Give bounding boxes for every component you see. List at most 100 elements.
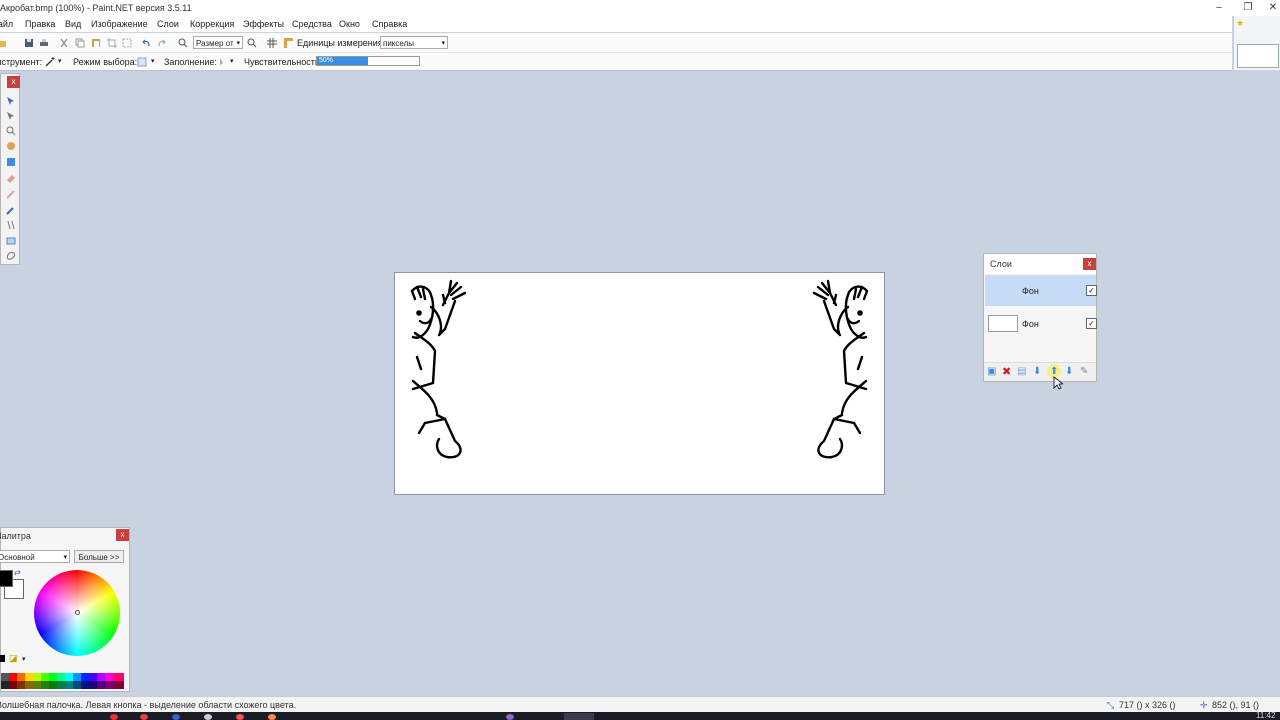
status-hint: Волшебная палочка. Левая кнопка - выделе… xyxy=(0,700,297,710)
palette-mini-icon xyxy=(0,655,5,662)
save-icon[interactable] xyxy=(24,38,34,48)
pan-icon[interactable] xyxy=(6,141,16,151)
move-selected-icon[interactable] xyxy=(6,111,16,121)
layer-visibility-checkbox[interactable]: ✓ xyxy=(1086,318,1097,329)
swap-colors-icon[interactable]: ⇄ xyxy=(14,568,21,577)
move-layer-down-icon[interactable]: ⬇ xyxy=(1065,366,1073,377)
tool-label: Инструмент: xyxy=(0,57,43,67)
chevron-down-icon[interactable]: ▾ xyxy=(151,57,155,65)
taskbar-app-icon[interactable] xyxy=(268,714,276,720)
window-title: Акробат.bmp (100%) - Paint.NET версия 3.… xyxy=(0,3,192,13)
layers-close-button[interactable]: x xyxy=(1083,258,1096,270)
taskbar-app-icon[interactable] xyxy=(172,714,180,720)
maximize-button[interactable]: ❐ xyxy=(1241,2,1255,14)
primary-color-swatch[interactable] xyxy=(0,570,13,587)
open-icon[interactable] xyxy=(0,38,7,48)
menu-window[interactable]: Окно xyxy=(339,19,360,29)
taskbar-app-active[interactable] xyxy=(564,713,594,720)
add-layer-icon[interactable]: ▣ xyxy=(987,366,996,377)
layer-visibility-checkbox[interactable]: ✓ xyxy=(1086,285,1097,296)
layer-properties-icon[interactable]: ✎ xyxy=(1080,366,1088,377)
menu-tools[interactable]: Средства xyxy=(292,19,332,29)
move-selection-icon[interactable] xyxy=(6,96,16,106)
paste-icon[interactable] xyxy=(91,38,101,48)
print-icon[interactable] xyxy=(39,38,49,48)
chevron-down-icon[interactable]: ▾ xyxy=(230,57,234,65)
clone-stamp-icon[interactable] xyxy=(6,220,16,230)
units-combo[interactable]: пикселы ▾ xyxy=(380,36,448,49)
palette-mode-combo[interactable]: Основной ▾ xyxy=(0,550,70,563)
cursor-position: 852 (), 91 () xyxy=(1212,700,1260,710)
layers-title: Слои xyxy=(990,259,1012,269)
zoom-icon[interactable] xyxy=(6,126,16,136)
taskbar-app-icon[interactable] xyxy=(110,714,118,720)
menu-adjustments[interactable]: Коррекция xyxy=(190,19,234,29)
menu-view[interactable]: Вид xyxy=(65,19,81,29)
layer-name: Фон xyxy=(1022,319,1039,329)
zoom-out-icon[interactable] xyxy=(178,38,188,48)
deselect-icon[interactable] xyxy=(122,38,132,48)
chevron-down-icon: ▾ xyxy=(63,554,67,561)
taskbar-app-icon[interactable] xyxy=(506,714,514,720)
chevron-down-icon: ▾ xyxy=(441,40,445,47)
tolerance-slider[interactable]: 50% xyxy=(316,56,420,66)
color-wheel-marker xyxy=(75,610,80,615)
merge-layer-icon[interactable]: ⬇ xyxy=(1033,366,1041,377)
image-tabs-panel: ★ xyxy=(1233,16,1280,70)
palette-mode-value: Основной xyxy=(0,553,35,562)
zoom-in-icon[interactable] xyxy=(247,38,257,48)
selection-size-icon: ⤡ xyxy=(1107,700,1115,710)
delete-layer-icon[interactable]: ✖ xyxy=(1002,365,1011,378)
selection-mode-icon[interactable] xyxy=(137,57,147,67)
color-picker-icon[interactable] xyxy=(6,205,16,215)
grid-icon[interactable] xyxy=(267,38,277,48)
fill-label: Заполнение: xyxy=(164,57,217,67)
close-window-button[interactable]: ✕ xyxy=(1266,2,1280,14)
menu-bar: Файл Правка Вид Изображение Слои Коррекц… xyxy=(0,16,1232,32)
rectangle-icon[interactable] xyxy=(6,236,16,246)
crop-icon[interactable] xyxy=(107,38,117,48)
tools-close-button[interactable]: x xyxy=(7,76,20,88)
more-button[interactable]: Больше >> xyxy=(74,550,124,563)
taskbar-app-icon[interactable] xyxy=(236,714,244,720)
pencil-icon[interactable] xyxy=(6,189,16,199)
chevron-down-icon[interactable]: ▾ xyxy=(22,655,26,663)
taskbar-app-icon[interactable] xyxy=(204,714,212,720)
menu-help[interactable]: Справка xyxy=(372,19,407,29)
menu-effects[interactable]: Эффекты xyxy=(243,19,284,29)
ruler-icon[interactable] xyxy=(283,38,293,48)
zoom-value: Размер от xyxy=(196,39,234,48)
layer-thumbnail xyxy=(988,315,1018,332)
redo-icon[interactable] xyxy=(157,38,167,48)
palette-close-button[interactable]: x xyxy=(116,529,129,541)
taskbar-app-icon[interactable] xyxy=(140,714,148,720)
cut-icon[interactable] xyxy=(59,38,69,48)
image-canvas[interactable] xyxy=(394,272,885,495)
units-value: пикселы xyxy=(383,39,414,48)
eraser-icon[interactable] xyxy=(6,173,16,183)
title-bar: Акробат.bmp (100%) - Paint.NET версия 3.… xyxy=(0,0,1280,16)
menu-image[interactable]: Изображение xyxy=(91,19,148,29)
menu-edit[interactable]: Правка xyxy=(25,19,55,29)
duplicate-layer-icon[interactable]: ▤ xyxy=(1017,366,1026,377)
layer-item[interactable]: Фон ✓ xyxy=(985,308,1097,339)
layer-item[interactable]: Фон ✓ xyxy=(985,275,1097,306)
paint-bucket-icon[interactable] xyxy=(6,157,16,167)
palette-menu-icon[interactable]: ◪ xyxy=(9,653,18,664)
layers-toolbar: ▣ ✖ ▤ ⬇ ⬆ ⬇ ✎ xyxy=(984,362,1096,381)
copy-icon[interactable] xyxy=(75,38,85,48)
image-thumbnail[interactable] xyxy=(1237,44,1279,68)
status-bar: Волшебная палочка. Левая кнопка - выделе… xyxy=(0,696,1280,713)
layer-name: Фон xyxy=(1022,286,1039,296)
minimize-button[interactable]: – xyxy=(1212,2,1226,14)
menu-layers[interactable]: Слои xyxy=(157,19,179,29)
menu-file[interactable]: Файл xyxy=(0,19,13,29)
tool-options-bar: Инструмент: ▾ Режим выбора: ▾ Заполнение… xyxy=(0,53,1232,71)
freeform-shape-icon[interactable] xyxy=(6,251,16,261)
zoom-combo[interactable]: Размер от ▾ xyxy=(193,36,243,49)
magic-wand-icon[interactable] xyxy=(45,57,55,67)
undo-icon[interactable] xyxy=(141,38,151,48)
color-strip[interactable] xyxy=(1,673,124,689)
fill-mode-icon[interactable] xyxy=(217,57,227,67)
chevron-down-icon[interactable]: ▾ xyxy=(58,57,62,65)
